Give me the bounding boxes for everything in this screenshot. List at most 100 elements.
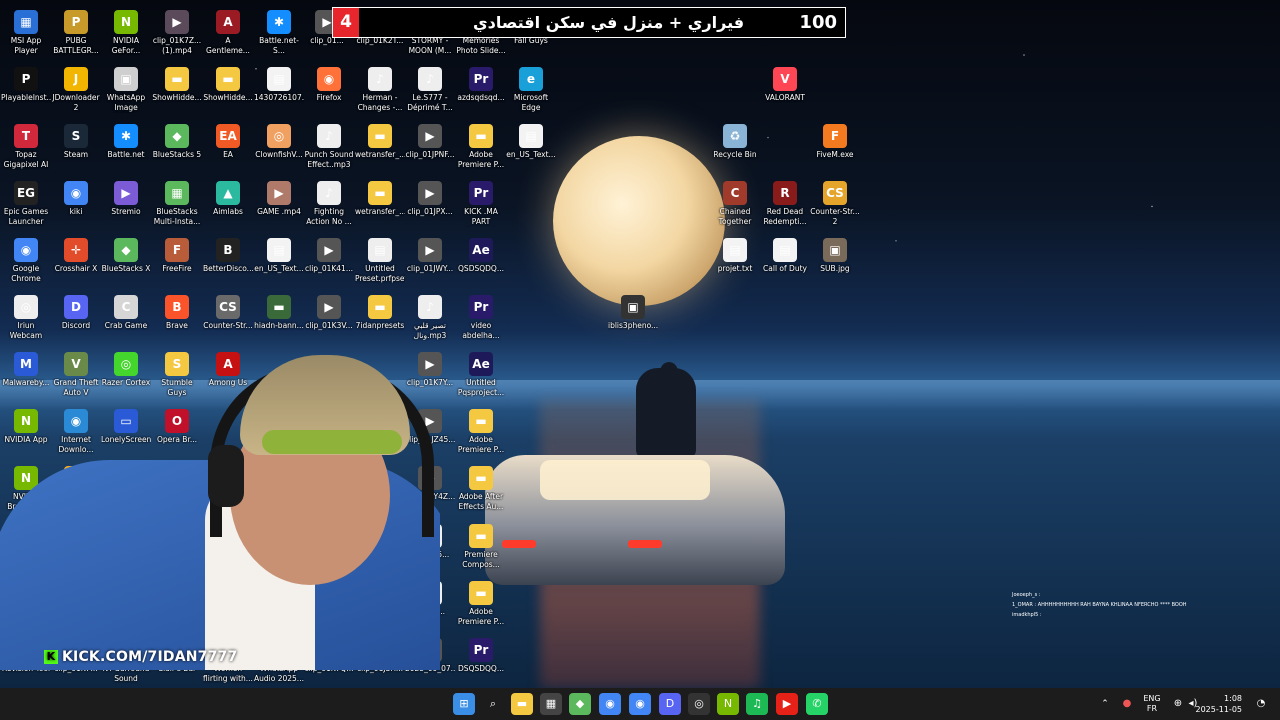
desktop-icon-label: A Gentleme...: [206, 36, 250, 55]
desktop-icon[interactable]: V VALORANT: [760, 63, 810, 117]
desktop-icon[interactable]: T Topaz Gigapixel AI: [1, 120, 51, 174]
desktop-icon[interactable]: ♪ Herman - Changes -...: [355, 63, 405, 117]
language-indicator[interactable]: ENG FR: [1140, 688, 1164, 720]
spotify-button[interactable]: ♫: [746, 693, 768, 715]
desktop-icon[interactable]: ▬ ShowHidde...: [152, 63, 202, 117]
desktop-icon[interactable]: EG Epic Games Launcher: [1, 177, 51, 231]
desktop-icon[interactable]: ▶ clip_01K41...: [304, 234, 354, 288]
desktop-icon[interactable]: ◆ BlueStacks 5: [152, 120, 202, 174]
desktop-icon[interactable]: ▶ Stremio: [101, 177, 151, 231]
desktop-icon[interactable]: Pr video abdelha...: [456, 291, 506, 345]
desktop-icon[interactable]: Pr DSQSDQQ...: [456, 634, 506, 688]
desktop-icon[interactable]: ◎ Iriun Webcam: [1, 291, 51, 345]
desktop-icon[interactable]: P PlayableInst...: [1, 63, 51, 117]
desktop-icon[interactable]: F FreeFire: [152, 234, 202, 288]
desktop-icon[interactable]: B Brave: [152, 291, 202, 345]
desktop-icon[interactable]: ◉ Firefox: [304, 63, 354, 117]
desktop-icon[interactable]: ✱ Battle.net-S...: [254, 6, 304, 60]
nvidia-button[interactable]: N: [717, 693, 739, 715]
network-icon[interactable]: ⊕: [1171, 688, 1185, 720]
desktop-icon[interactable]: e Microsoft Edge: [506, 63, 556, 117]
desktop-icon[interactable]: ▤ en_US_Text...: [506, 120, 556, 174]
desktop-icon-glyph-icon: ▬: [368, 295, 392, 319]
desktop-icon[interactable]: ▤ en_US_Text...: [254, 234, 304, 288]
desktop-icon[interactable]: A A Gentleme...: [203, 6, 253, 60]
desktop-icon[interactable]: C Chained Together: [710, 177, 760, 231]
desktop-icon[interactable]: ▶ clip_01JPX...: [405, 177, 455, 231]
desktop-icon[interactable]: ▣ iblis3pheno...: [608, 291, 658, 345]
desktop-icon[interactable]: ▦ BlueStacks Multi-Insta...: [152, 177, 202, 231]
desktop-icon[interactable]: F FiveM.exe: [810, 120, 860, 174]
desktop-icon[interactable]: ✛ Crosshair X: [51, 234, 101, 288]
desktop-icon[interactable]: ▬ wetransfer_...: [355, 120, 405, 174]
desktop-icon[interactable]: ▦ MSI App Player: [1, 6, 51, 60]
desktop-icon[interactable]: ▶ clip_01JWY...: [405, 234, 455, 288]
desktop-icon[interactable]: EA EA: [203, 120, 253, 174]
desktop-icon[interactable]: S Steam: [51, 120, 101, 174]
clock-time: 1:08: [1224, 694, 1242, 703]
desktop-icon[interactable]: Ae Untitled Pqsproject...: [456, 348, 506, 402]
desktop-icon[interactable]: B BetterDisco...: [203, 234, 253, 288]
desktop-icon[interactable]: ▬ 7idanpresets: [355, 291, 405, 345]
microphone-icon[interactable]: ●: [1120, 688, 1134, 720]
obs-button[interactable]: ◎: [688, 693, 710, 715]
desktop-icon[interactable]: P PUBG BATTLEGR...: [51, 6, 101, 60]
desktop-icon[interactable]: ▶ clip_01K3V...: [304, 291, 354, 345]
desktop-icon[interactable]: ▬ Premiere Compos...: [456, 520, 506, 574]
desktop-icon[interactable]: C Crab Game: [101, 291, 151, 345]
desktop-icon[interactable]: ▲ Aimlabs: [203, 177, 253, 231]
desktop-icon[interactable]: ♪ Punch Sound Effect..mp3: [304, 120, 354, 174]
desktop-icon[interactable]: Ae QSDSQDQ...: [456, 234, 506, 288]
desktop-icon[interactable]: ▶ GAME .mp4: [254, 177, 304, 231]
search-button[interactable]: ⌕: [482, 693, 504, 715]
chrome-button[interactable]: ◉: [599, 693, 621, 715]
show-hidden-icons-chevron-icon[interactable]: ⌃: [1098, 688, 1112, 720]
desktop-icon[interactable]: ◉ Google Chrome: [1, 234, 51, 288]
desktop-icon[interactable]: N NVIDIA GeFor...: [101, 6, 151, 60]
desktop-icon[interactable]: ▬ Adobe Premiere P...: [456, 120, 506, 174]
desktop-icon[interactable]: ◉ kiki: [51, 177, 101, 231]
desktop-icon[interactable]: CS Counter-Str... 2: [810, 177, 860, 231]
desktop-icon[interactable]: Pr azdsqdsqd...: [456, 63, 506, 117]
bluestacks-button[interactable]: ◆: [569, 693, 591, 715]
desktop-icon[interactable]: ♪ تصير قلبي ونال.mp3: [405, 291, 455, 345]
desktop-icon[interactable]: ▬ ShowHidde...: [203, 63, 253, 117]
store-button[interactable]: ▦: [540, 693, 562, 715]
desktop-icon-glyph-icon: ◎: [14, 295, 38, 319]
desktop-icon[interactable]: ▣ SUB.jpg: [810, 234, 860, 288]
desktop-icon[interactable]: ▬ Adobe Premiere P...: [456, 405, 506, 459]
desktop-icon[interactable]: ▶ clip_01K7Z... (1).mp4: [152, 6, 202, 60]
chrome-profile-button[interactable]: ◉: [629, 693, 651, 715]
desktop-icon-label: Iriun Webcam: [9, 321, 43, 340]
desktop-icon[interactable]: ◎ ClownfishV...: [254, 120, 304, 174]
desktop-icon[interactable]: ▣ WhatsApp Image 2025...: [101, 63, 151, 117]
desktop-icon-label: BlueStacks 5: [152, 150, 202, 159]
desktop-icon[interactable]: D Discord: [51, 291, 101, 345]
desktop-icon[interactable]: ▬ Adobe After Effects Au...: [456, 462, 506, 516]
desktop-icon[interactable]: J JDownloader 2: [51, 63, 101, 117]
desktop-icon[interactable]: ▬ wetransfer_...: [355, 177, 405, 231]
desktop-icon[interactable]: ▬ hiadn-bann...: [254, 291, 304, 345]
desktop-icon[interactable]: ▤ Untitled Preset.prfpset: [355, 234, 405, 288]
desktop-icon[interactable]: ▤ 1430726107...: [254, 63, 304, 117]
desktop-icon[interactable]: ♪ Fighting Action No ...: [304, 177, 354, 231]
desktop-icon[interactable]: ▤ Call of Duty: [760, 234, 810, 288]
desktop-icon[interactable]: CS Counter-Str...: [203, 291, 253, 345]
desktop-icon-label: iblis3pheno...: [608, 321, 658, 330]
desktop-icon[interactable]: R Red Dead Redempti...: [760, 177, 810, 231]
taskbar-clock[interactable]: 1:08 2025-11-05: [1192, 693, 1243, 715]
desktop-icon[interactable]: ♻ Recycle Bin: [710, 120, 760, 174]
desktop-icon[interactable]: ◆ BlueStacks X: [101, 234, 151, 288]
notification-bell-icon[interactable]: ◔: [1254, 688, 1268, 720]
desktop-icon[interactable]: ▤ projet.txt: [710, 234, 760, 288]
youtube-button[interactable]: ▶: [776, 693, 798, 715]
file-explorer-button[interactable]: ▬: [511, 693, 533, 715]
desktop-icon[interactable]: ✱ Battle.net: [101, 120, 151, 174]
discord-button[interactable]: D: [659, 693, 681, 715]
desktop-icon[interactable]: ▬ Adobe Premiere P...: [456, 577, 506, 631]
start-button[interactable]: ⊞: [453, 693, 475, 715]
whatsapp-button[interactable]: ✆: [806, 693, 828, 715]
desktop-icon[interactable]: Pr KICK .MA PART 2.prproj: [456, 177, 506, 231]
desktop-icon[interactable]: ▶ clip_01JPNF...: [405, 120, 455, 174]
desktop-icon[interactable]: ♪ Le.S777 - Déprimé T...: [405, 63, 455, 117]
